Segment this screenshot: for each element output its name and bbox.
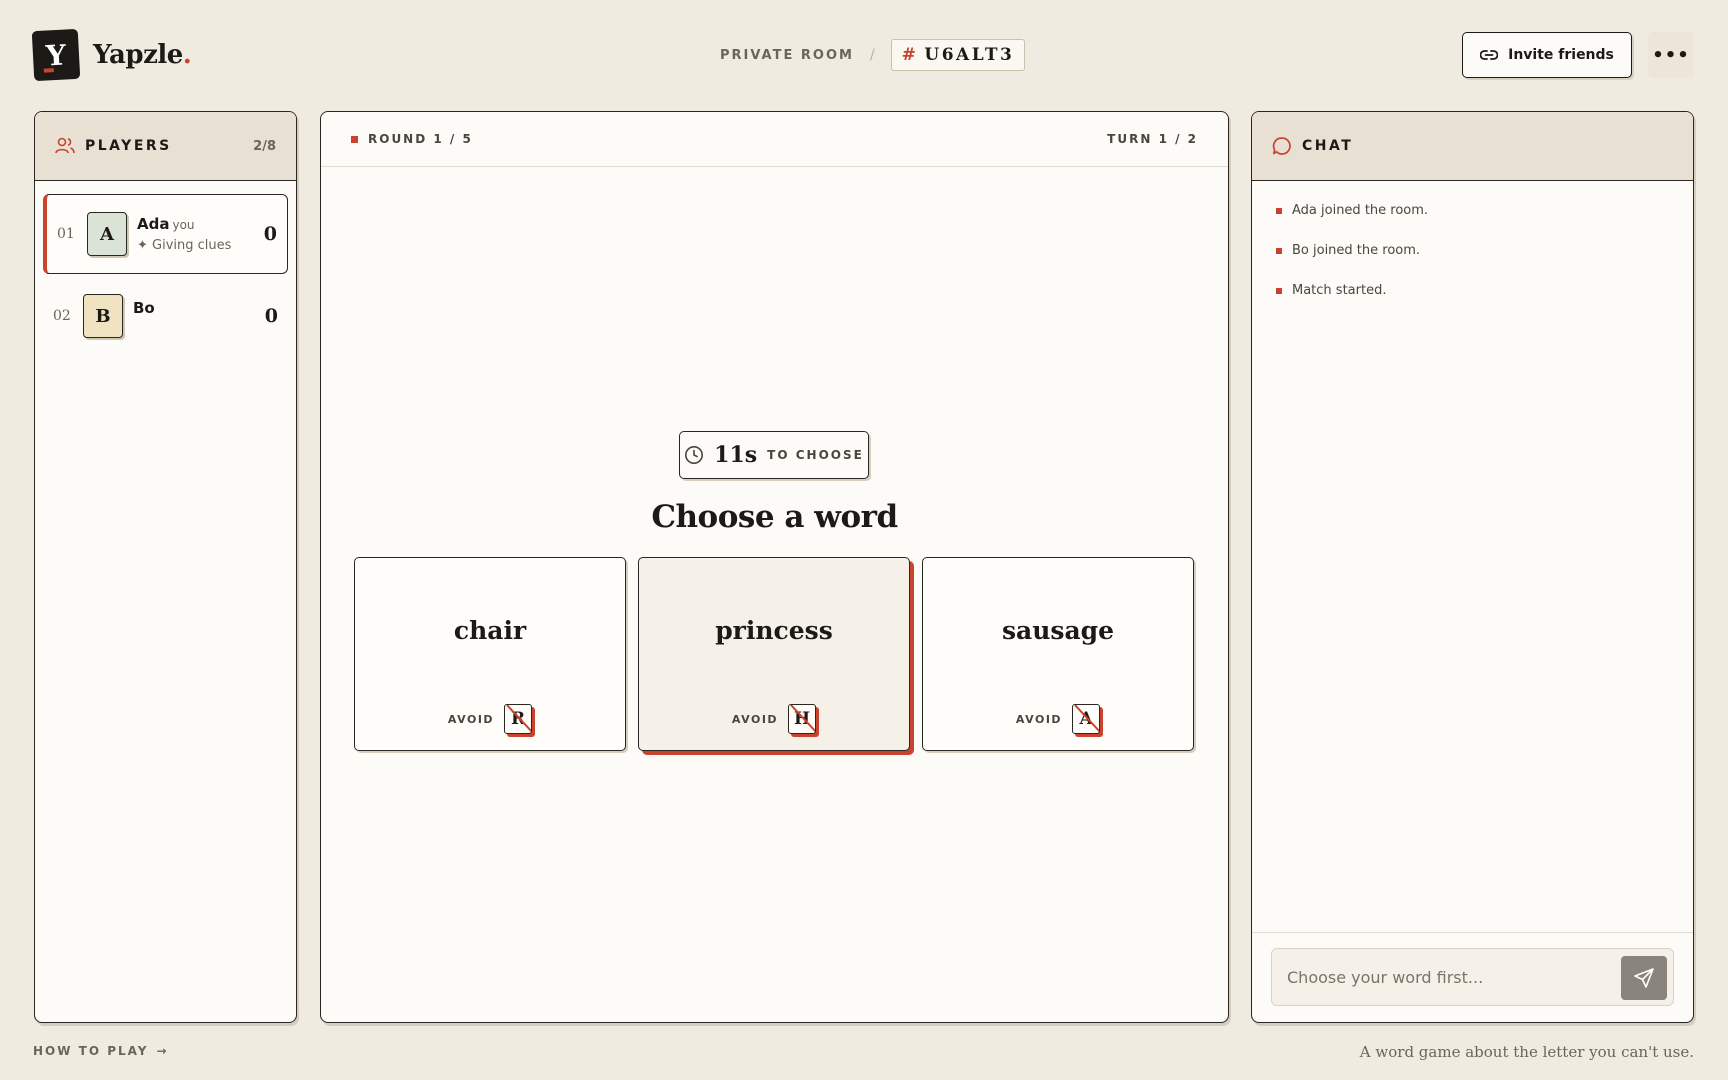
word-text: princess <box>715 616 833 645</box>
users-icon <box>55 137 75 154</box>
brand-name: Yapzle. <box>93 40 192 70</box>
chat-message: Ada joined the room. <box>1276 203 1428 218</box>
word-card-chair[interactable]: chair AVOID R <box>354 557 626 751</box>
message-bullet-icon <box>1276 247 1282 254</box>
players-title: PLAYERS <box>85 138 172 154</box>
logo-icon: Y <box>31 28 81 82</box>
send-icon <box>1634 968 1654 988</box>
choose-word-title: Choose a word <box>651 499 898 535</box>
game-stage: ROUND 1 / 5 TURN 1 / 2 11s TO CHOOSE Cho… <box>320 111 1229 1023</box>
brand[interactable]: Y Yapzle. <box>31 28 192 82</box>
chat-message: Match started. <box>1276 283 1386 298</box>
avoid-label: AVOID <box>731 712 779 726</box>
player-score: 0 <box>263 223 277 245</box>
room-code-value: U6ALT3 <box>924 45 1015 65</box>
more-options-button[interactable]: ••• <box>1648 32 1694 78</box>
link-icon <box>1480 50 1499 60</box>
room-info: PRIVATE ROOM / # U6ALT3 <box>720 39 1026 71</box>
invite-friends-button[interactable]: Invite friends <box>1462 32 1632 78</box>
hash-icon: # <box>901 45 919 65</box>
chat-title: CHAT <box>1302 138 1354 154</box>
timer-value: 11s <box>714 442 758 468</box>
chat-footer <box>1252 932 1693 1022</box>
message-bullet-icon <box>1276 287 1282 294</box>
tagline: A word game about the letter you can't u… <box>1359 1043 1694 1061</box>
players-count: 2/8 <box>253 138 276 154</box>
how-to-play-link[interactable]: HOW TO PLAY → <box>33 1044 169 1058</box>
round-indicator: ROUND 1 / 5 <box>368 132 473 146</box>
avoid-row: AVOID H <box>639 704 909 734</box>
players-header: PLAYERS 2/8 <box>35 112 296 181</box>
invite-label: Invite friends <box>1508 47 1614 63</box>
round-marker-icon <box>351 135 358 143</box>
stage-header: ROUND 1 / 5 TURN 1 / 2 <box>321 112 1228 167</box>
player-number: 02 <box>53 308 71 324</box>
player-number: 01 <box>57 226 75 242</box>
player-info: Ada you ✦ Giving clues <box>137 215 254 253</box>
chat-panel: CHAT Ada joined the room. Bo joined the … <box>1251 111 1694 1023</box>
avoid-label: AVOID <box>1015 712 1063 726</box>
word-text: sausage <box>1001 616 1115 645</box>
avoid-row: AVOID R <box>355 704 625 734</box>
forbidden-letter-tile: H <box>788 704 817 734</box>
avoid-label: AVOID <box>447 712 495 726</box>
arrow-right-icon: → <box>156 1044 169 1058</box>
avoid-row: AVOID A <box>923 704 1193 734</box>
send-button[interactable] <box>1621 956 1667 1000</box>
word-text: chair <box>453 616 527 645</box>
player-info: Bo <box>133 299 255 317</box>
timer-label: TO CHOOSE <box>767 448 864 462</box>
how-to-play-label: HOW TO PLAY <box>33 1044 149 1058</box>
chat-input[interactable] <box>1287 949 1607 1005</box>
player-name: Bo <box>133 299 155 317</box>
turn-indicator: TURN 1 / 2 <box>1107 132 1198 146</box>
room-code[interactable]: # U6ALT3 <box>890 39 1026 71</box>
chat-input-container <box>1271 948 1674 1006</box>
chat-message: Bo joined the room. <box>1276 243 1420 258</box>
avatar: B <box>83 294 123 338</box>
player-row-bo[interactable]: 02 B Bo 0 <box>43 276 288 356</box>
player-status: ✦ Giving clues <box>137 238 232 253</box>
player-score: 0 <box>264 305 278 327</box>
you-tag: you <box>172 218 195 232</box>
forbidden-letter-tile: A <box>1072 704 1101 734</box>
word-card-princess[interactable]: princess AVOID H <box>638 557 910 751</box>
chat-header: CHAT <box>1252 112 1693 181</box>
choose-timer: 11s TO CHOOSE <box>679 431 869 479</box>
players-panel: PLAYERS 2/8 01 A Ada you ✦ Giving clues 0… <box>34 111 297 1023</box>
room-separator: / <box>869 47 875 63</box>
word-card-sausage[interactable]: sausage AVOID A <box>922 557 1194 751</box>
room-label: PRIVATE ROOM <box>720 47 854 63</box>
message-bullet-icon <box>1276 207 1282 214</box>
chat-bubble-icon <box>1272 137 1291 155</box>
player-name: Ada you <box>137 215 195 233</box>
forbidden-letter-tile: R <box>504 704 533 734</box>
clock-icon <box>685 446 704 464</box>
more-icon: ••• <box>1652 44 1690 66</box>
avatar: A <box>87 212 127 256</box>
player-row-ada[interactable]: 01 A Ada you ✦ Giving clues 0 <box>43 194 288 274</box>
